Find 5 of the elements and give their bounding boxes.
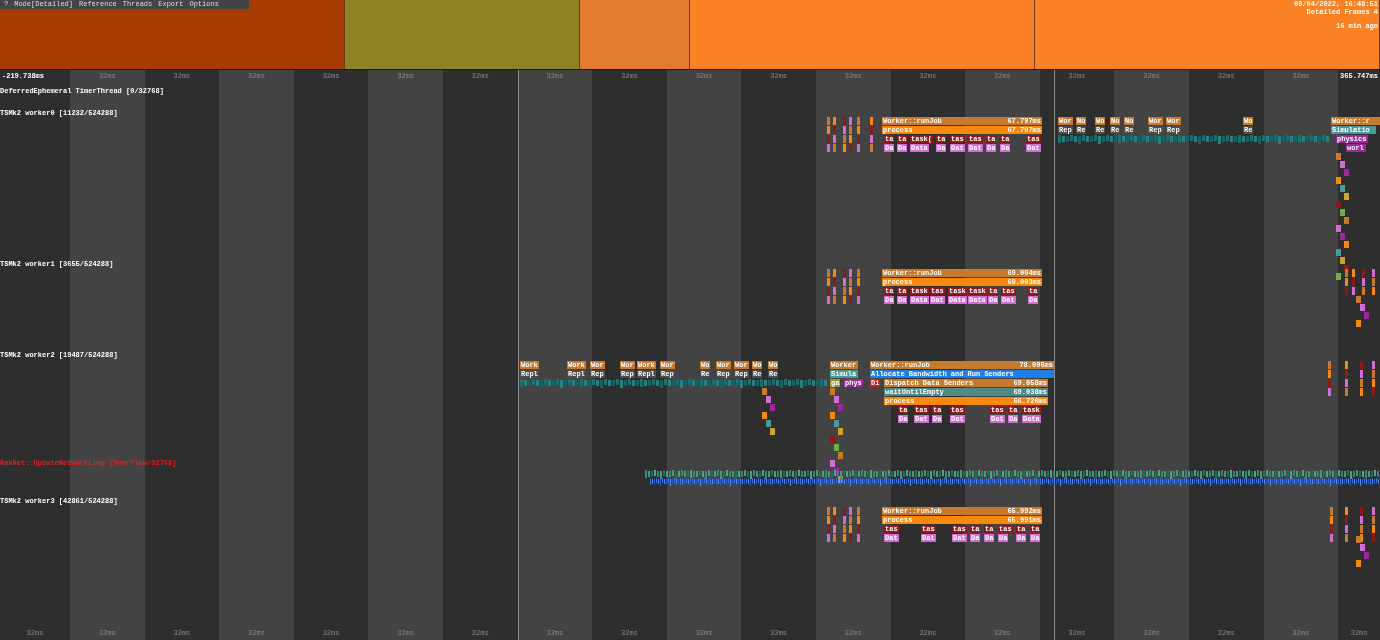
frame-block[interactable] xyxy=(580,0,690,69)
frame-block[interactable] xyxy=(1035,0,1380,69)
frame-block[interactable] xyxy=(690,0,1035,69)
frame-block[interactable] xyxy=(345,0,580,69)
frame-block[interactable] xyxy=(0,0,345,69)
